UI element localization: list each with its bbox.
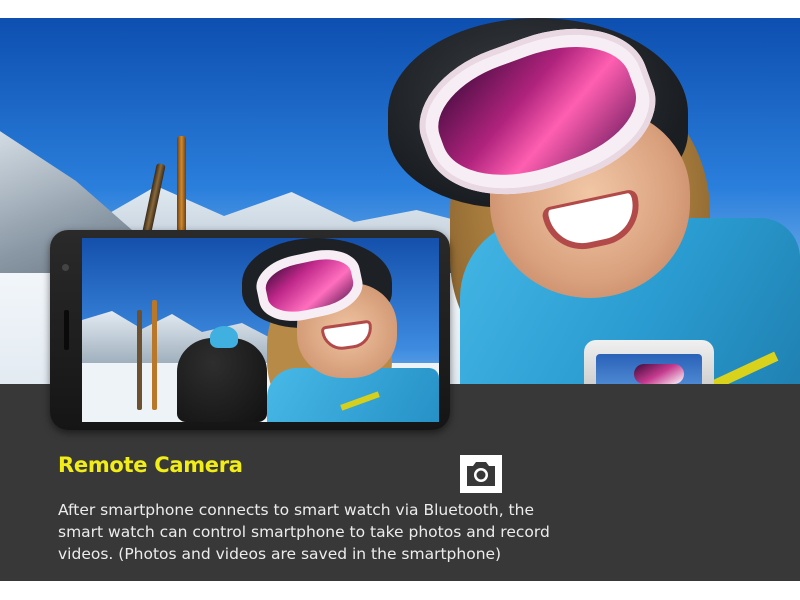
phone-screen-photo xyxy=(82,238,439,422)
camera-icon xyxy=(460,455,502,493)
screen-second-skier xyxy=(177,338,267,422)
front-camera xyxy=(62,264,69,271)
screen-goggle-lens xyxy=(262,253,357,318)
feature-title: Remote Camera xyxy=(58,453,243,477)
description-line: videos. (Photos and videos are saved in … xyxy=(58,545,502,563)
screen-ski-pole xyxy=(137,310,142,410)
screen-ski-pole xyxy=(152,300,157,410)
feature-description: After smartphone connects to smart watch… xyxy=(58,499,578,565)
smartphone xyxy=(50,230,450,430)
description-line: After smartphone connects to smart watch… xyxy=(58,501,534,519)
phone-button xyxy=(64,310,69,350)
screen-second-skier-hat xyxy=(210,326,238,348)
promo-banner: Remote Camera After smartphone connects … xyxy=(0,18,800,581)
description-line: smart watch can control smartphone to ta… xyxy=(58,523,550,541)
watch-screen-photo xyxy=(634,364,684,384)
